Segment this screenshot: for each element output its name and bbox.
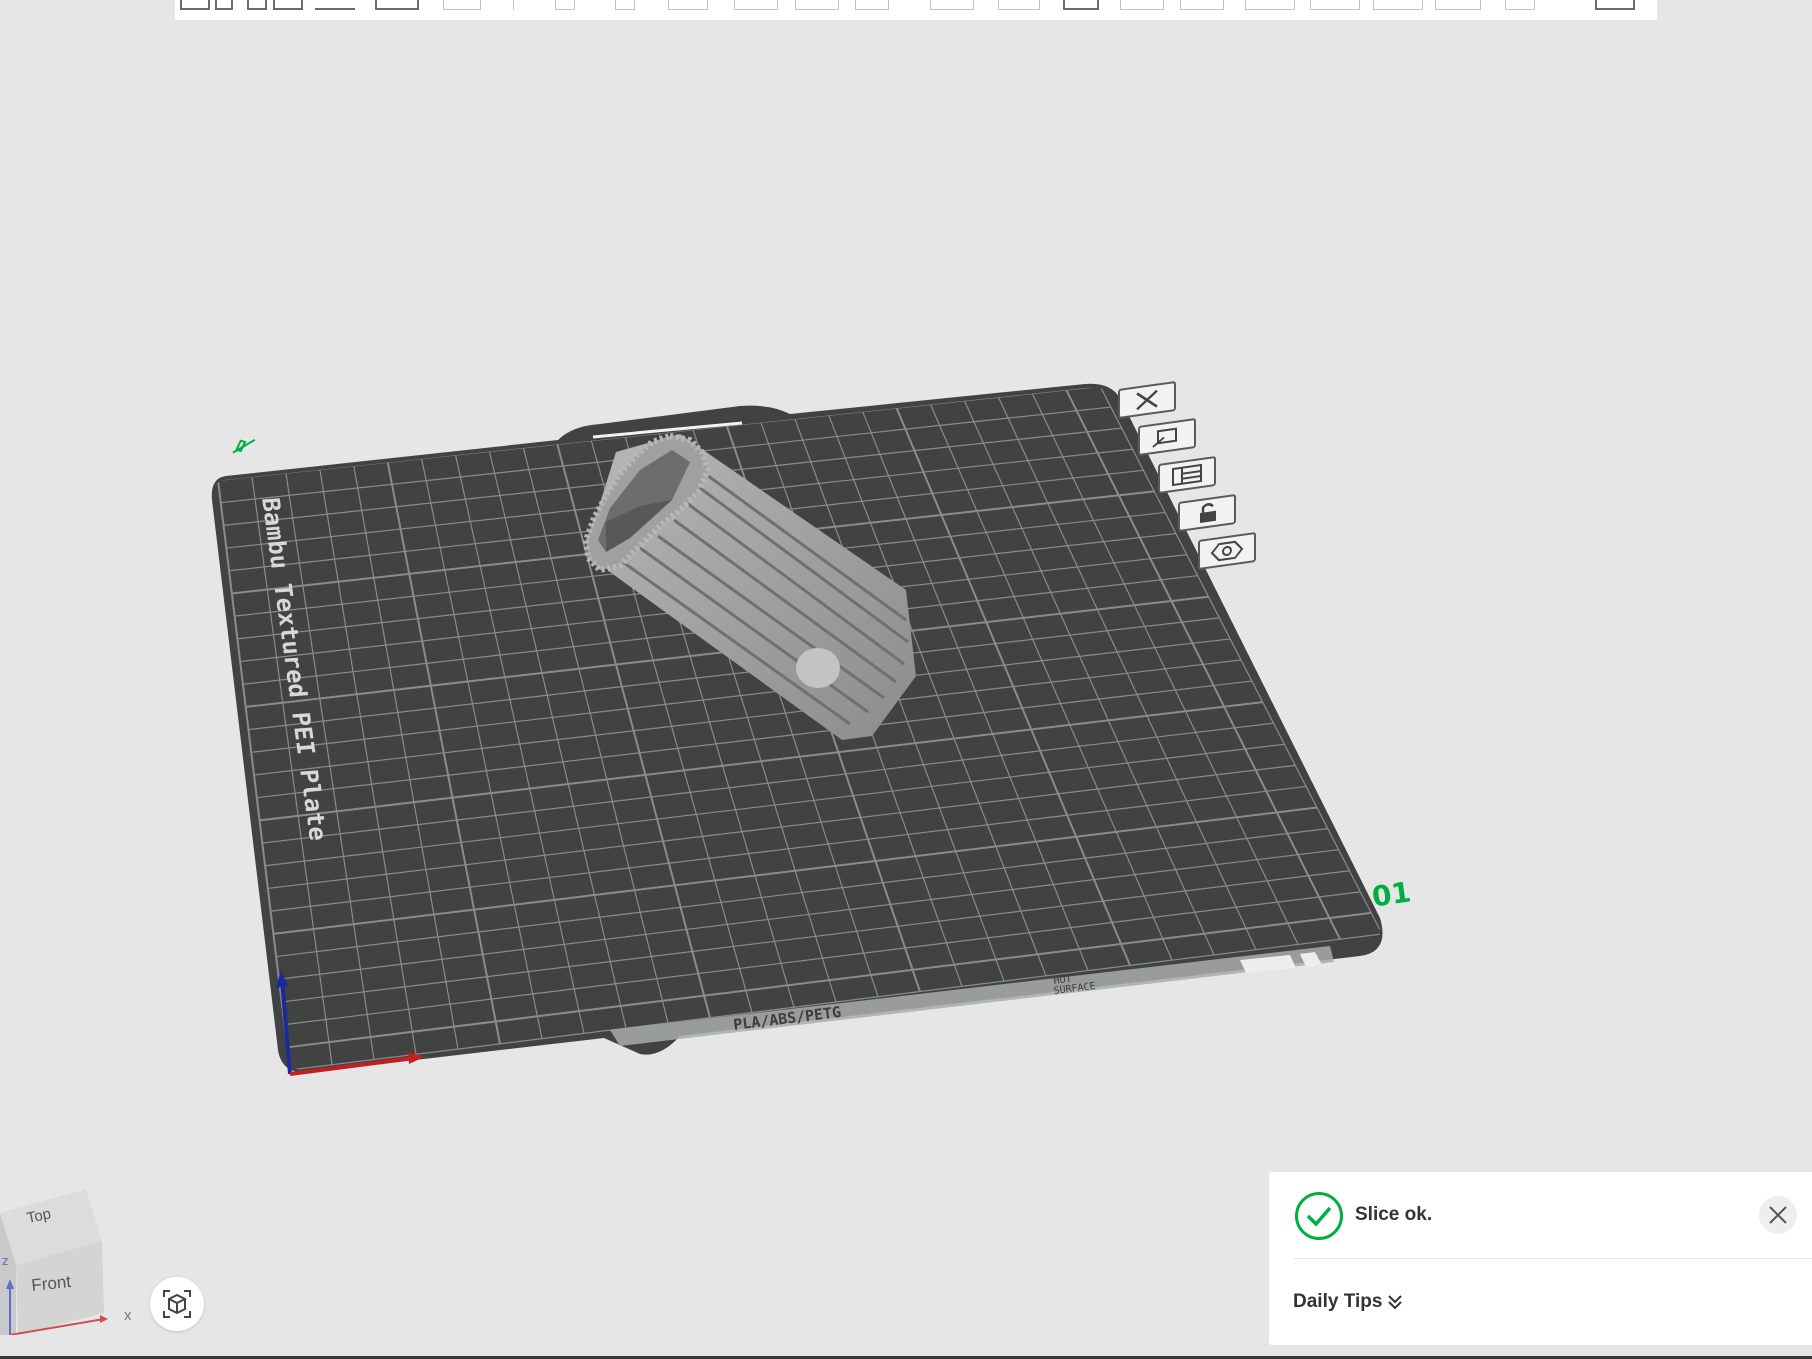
- viewport-3d[interactable]: Bambu Textured PEI Plate PLA/ABS/PETG HO…: [0, 0, 1812, 1359]
- slice-notification: Slice ok. Daily Tips: [1269, 1172, 1812, 1345]
- close-icon: [1769, 1206, 1787, 1224]
- daily-tips-label: Daily Tips: [1293, 1291, 1383, 1312]
- success-check-icon: [1295, 1192, 1343, 1240]
- axis-z-label: z: [2, 1253, 9, 1268]
- reset-view-icon: [163, 1290, 191, 1318]
- notification-divider: [1293, 1258, 1812, 1259]
- axis-x-label: x: [124, 1307, 132, 1324]
- chevron-down-icon: [1388, 1295, 1403, 1310]
- view-cube[interactable]: Top Front z: [0, 1185, 110, 1335]
- notification-close-button[interactable]: [1759, 1196, 1797, 1234]
- plate-number: 01: [1369, 875, 1414, 914]
- daily-tips-toggle[interactable]: Daily Tips: [1293, 1291, 1404, 1313]
- slice-status-message: Slice ok.: [1355, 1204, 1433, 1225]
- reset-view-button[interactable]: [150, 1277, 204, 1331]
